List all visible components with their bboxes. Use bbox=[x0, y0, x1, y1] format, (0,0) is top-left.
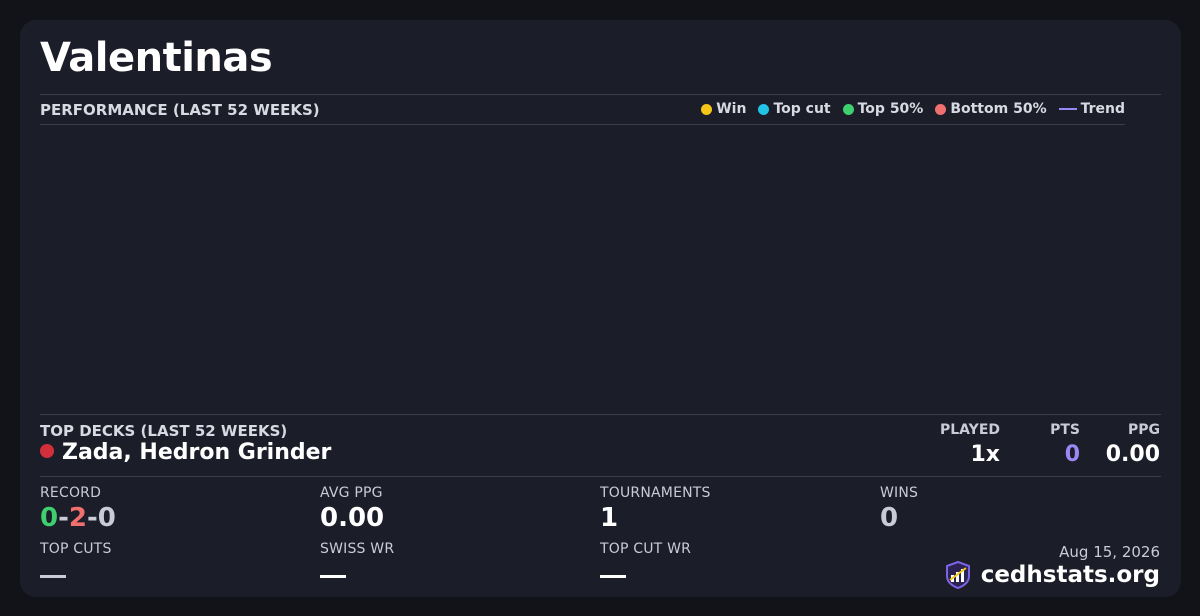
legend-item-top-50: Top 50% bbox=[842, 101, 924, 117]
bottom-50-dot-icon bbox=[935, 103, 947, 115]
brand[interactable]: cedhstats.org bbox=[943, 560, 1160, 590]
top-50-dot-icon bbox=[842, 103, 854, 115]
deck-color-dot-icon bbox=[40, 443, 54, 458]
legend-label-top-50: Top 50% bbox=[857, 101, 924, 117]
brand-name[interactable]: cedhstats.org bbox=[981, 562, 1160, 588]
wins-label: WINS bbox=[880, 485, 919, 501]
bar-chart-shield-icon bbox=[945, 560, 970, 590]
chart-legend: Win Top cut Top 50% Bottom 50% Trend bbox=[701, 101, 1125, 117]
divider-chart-top bbox=[40, 124, 1125, 125]
deck-played-value: 1x bbox=[970, 442, 1001, 467]
top-cut-dot-icon bbox=[758, 103, 770, 115]
top-cuts-label: TOP CUTS bbox=[40, 541, 112, 557]
legend-label-bottom-50: Bottom 50% bbox=[950, 101, 1047, 117]
player-name: Valentinas bbox=[40, 35, 273, 81]
legend-label-win: Win bbox=[716, 101, 747, 117]
deck-row[interactable]: Zada, Hedron Grinder bbox=[40, 440, 331, 465]
played-column-header: PLAYED bbox=[940, 422, 1000, 438]
legend-label-top-cut: Top cut bbox=[773, 101, 831, 117]
deck-pts-value: 0 bbox=[1064, 442, 1080, 467]
record-separator: - bbox=[58, 503, 69, 533]
player-card: Valentinas PERFORMANCE (LAST 52 WEEKS) W… bbox=[20, 20, 1181, 597]
top-decks-label: TOP DECKS (LAST 52 WEEKS) bbox=[40, 422, 288, 440]
performance-chart-area bbox=[40, 126, 1161, 414]
top-cuts-value bbox=[40, 575, 66, 578]
pts-column-header: PTS bbox=[1050, 422, 1080, 438]
legend-item-bottom-50: Bottom 50% bbox=[935, 101, 1047, 117]
top-cut-wr-label: TOP CUT WR bbox=[600, 541, 692, 557]
divider-decks bbox=[40, 414, 1161, 415]
deck-name[interactable]: Zada, Hedron Grinder bbox=[62, 440, 331, 465]
snapshot-date: Aug 15, 2026 bbox=[1059, 543, 1160, 561]
record-draws: 0 bbox=[97, 503, 116, 533]
swiss-wr-value bbox=[320, 575, 346, 578]
legend-item-trend: Trend bbox=[1058, 101, 1125, 117]
record-wins: 0 bbox=[40, 503, 59, 533]
record-losses: 2 bbox=[68, 503, 87, 533]
avg-ppg-value: 0.00 bbox=[320, 503, 385, 533]
record-value: 0-2-0 bbox=[40, 503, 116, 533]
avg-ppg-label: AVG PPG bbox=[320, 485, 383, 501]
swiss-wr-label: SWISS WR bbox=[320, 541, 395, 557]
tournaments-value: 1 bbox=[600, 503, 619, 533]
legend-item-top-cut: Top cut bbox=[758, 101, 831, 117]
top-cut-wr-value bbox=[600, 575, 626, 578]
win-dot-icon bbox=[701, 103, 713, 115]
legend-label-trend: Trend bbox=[1080, 101, 1125, 117]
wins-value: 0 bbox=[880, 503, 899, 533]
legend-item-win: Win bbox=[701, 101, 746, 117]
divider-stats bbox=[40, 476, 1161, 477]
deck-ppg-value: 0.00 bbox=[1105, 442, 1160, 467]
performance-label: PERFORMANCE (LAST 52 WEEKS) bbox=[40, 101, 320, 119]
divider-top bbox=[40, 94, 1161, 95]
trend-line-icon bbox=[1058, 108, 1077, 110]
tournaments-label: TOURNAMENTS bbox=[600, 485, 711, 501]
ppg-column-header: PPG bbox=[1127, 422, 1160, 438]
record-label: RECORD bbox=[40, 485, 102, 501]
record-separator: - bbox=[86, 503, 98, 533]
